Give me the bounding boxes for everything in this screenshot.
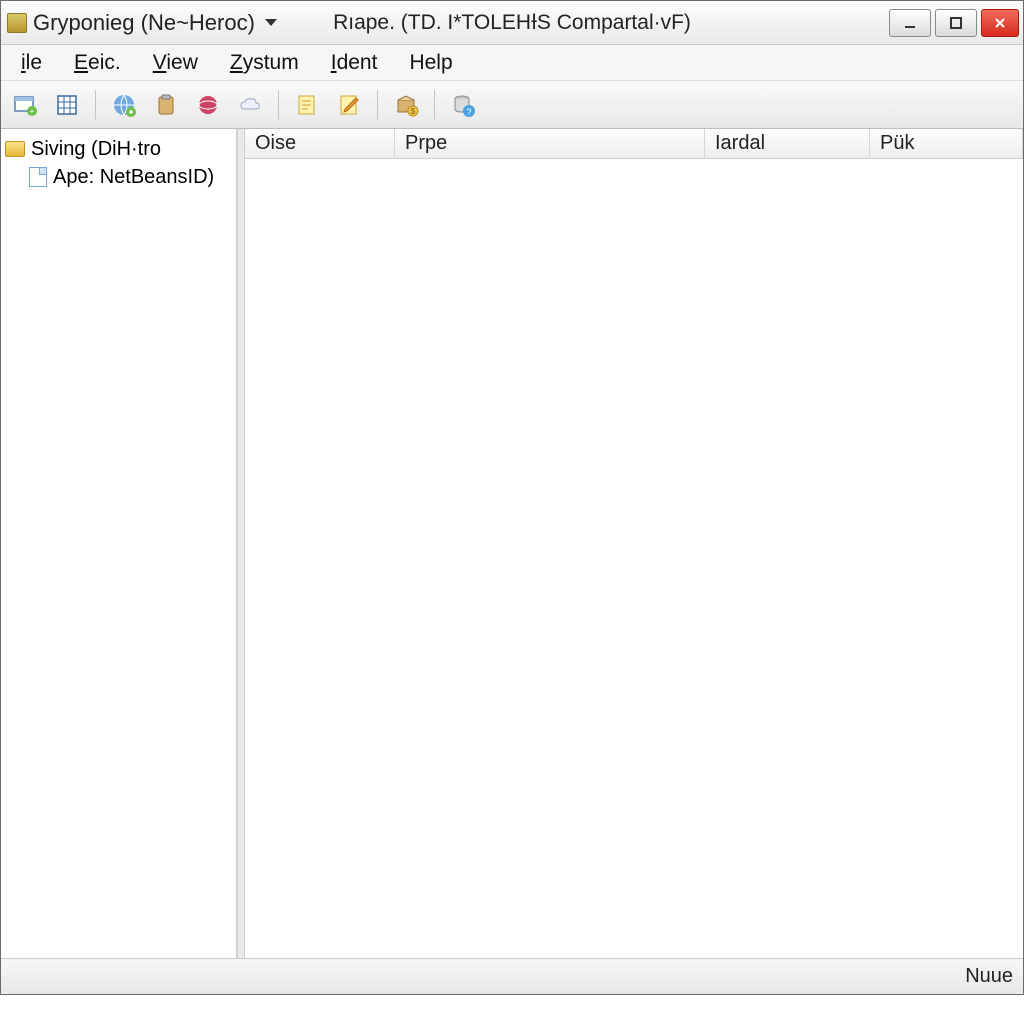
tb-note[interactable]: [289, 87, 325, 123]
menu-system[interactable]: Zystum: [214, 47, 315, 79]
tb-db-help[interactable]: ?: [445, 87, 481, 123]
chevron-down-icon: [265, 19, 277, 26]
menu-ident[interactable]: Ident: [315, 47, 394, 79]
col-oise[interactable]: Oise: [245, 129, 395, 158]
menu-view[interactable]: View: [137, 47, 214, 79]
new-window-icon: +: [12, 92, 38, 118]
app-window: Gryponieg (Ne~Heroc) Rıape. (TD. I*TOLEH…: [0, 0, 1024, 995]
title-left[interactable]: Gryponieg (Ne~Heroc): [33, 10, 277, 36]
tree-pane: Siving (DiH·tro Ape: NetBeansID): [1, 129, 237, 958]
col-iardal[interactable]: Iardal: [705, 129, 870, 158]
col-prpe[interactable]: Prpe: [395, 129, 705, 158]
maximize-icon: [949, 16, 963, 30]
note-icon: [294, 92, 320, 118]
toolbar-sep-2: [278, 90, 279, 120]
tb-red-globe[interactable]: [190, 87, 226, 123]
toolbar: + $ ?: [1, 81, 1023, 129]
list-body: [245, 159, 1023, 958]
app-icon: [7, 13, 27, 33]
toolbar-sep-1: [95, 90, 96, 120]
close-button[interactable]: [981, 9, 1019, 37]
edit-note-icon: [336, 92, 362, 118]
menu-help[interactable]: Help: [393, 47, 468, 79]
list-pane: Oise Prpe Iardal Pük: [245, 129, 1023, 958]
document-icon: [29, 167, 47, 187]
minimize-icon: [903, 16, 917, 30]
folder-icon: [5, 141, 25, 157]
package-icon: $: [393, 92, 419, 118]
tb-package[interactable]: $: [388, 87, 424, 123]
tb-edit-note[interactable]: [331, 87, 367, 123]
title-left-text: Gryponieg (Ne~Heroc): [33, 10, 255, 36]
column-header-row: Oise Prpe Iardal Pük: [245, 129, 1023, 159]
toolbar-sep-4: [434, 90, 435, 120]
tb-new-window[interactable]: +: [7, 87, 43, 123]
tree-root[interactable]: Siving (DiH·tro: [1, 135, 236, 163]
status-right: Nuue: [965, 965, 1013, 988]
window-controls: [885, 9, 1019, 37]
menu-edit[interactable]: Eeic.: [58, 47, 137, 79]
red-globe-icon: [195, 92, 221, 118]
svg-text:+: +: [30, 107, 35, 116]
grid-icon: [54, 92, 80, 118]
tree-root-label: Siving (DiH·tro: [31, 138, 161, 161]
col-puk[interactable]: Pük: [870, 129, 1023, 158]
minimize-button[interactable]: [889, 9, 931, 37]
globe-icon: [111, 92, 137, 118]
tree-child[interactable]: Ape: NetBeansID): [1, 163, 236, 191]
tree-child-label: Ape: NetBeansID): [53, 166, 214, 189]
toolbar-sep-3: [377, 90, 378, 120]
db-help-icon: ?: [450, 92, 476, 118]
close-icon: [993, 16, 1007, 30]
tb-grid[interactable]: [49, 87, 85, 123]
menubar: ile Eeic. View Zystum Ident Help: [1, 45, 1023, 81]
tb-globe[interactable]: [106, 87, 142, 123]
tb-cloud[interactable]: [232, 87, 268, 123]
clipboard-icon: [153, 92, 179, 118]
outside-window: [0, 995, 1024, 1023]
splitter[interactable]: [237, 129, 245, 958]
svg-text:$: $: [411, 107, 416, 116]
titlebar: Gryponieg (Ne~Heroc) Rıape. (TD. I*TOLEH…: [1, 1, 1023, 45]
menu-file[interactable]: ile: [5, 47, 58, 79]
tb-clipboard[interactable]: [148, 87, 184, 123]
svg-text:?: ?: [466, 107, 471, 117]
statusbar: Nuue: [1, 958, 1023, 994]
maximize-button[interactable]: [935, 9, 977, 37]
main-split: Siving (DiH·tro Ape: NetBeansID) Oise Pr…: [1, 129, 1023, 958]
cloud-icon: [237, 92, 263, 118]
